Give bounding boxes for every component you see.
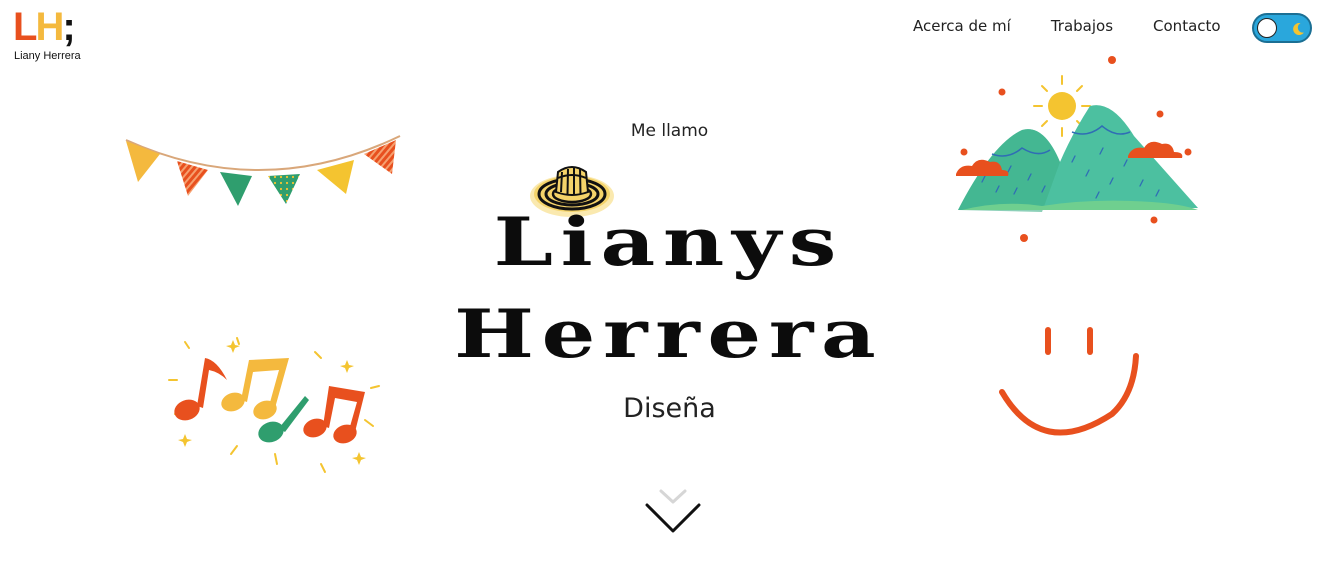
hero-first-name: Lianys <box>493 203 845 281</box>
logo-name: Liany Herrera <box>14 50 81 62</box>
nav-link-contact[interactable]: Contacto <box>1133 16 1241 36</box>
role-text: Diseña <box>623 393 716 424</box>
toggle-knob <box>1257 18 1277 38</box>
chevron-down-icon[interactable] <box>643 487 703 539</box>
logo-semicolon: ; <box>62 5 75 49</box>
logo-mark: LH; <box>13 5 76 49</box>
theme-toggle[interactable] <box>1252 13 1312 43</box>
logo-letter-h: H <box>35 5 64 49</box>
moon-icon <box>1293 23 1304 36</box>
main-nav: Acerca de mí Trabajos Contacto <box>893 16 1241 36</box>
hero-name: Lianys Herrera <box>0 196 1339 380</box>
nav-link-works[interactable]: Trabajos <box>1031 16 1133 36</box>
greeting-text: Me llamo <box>630 121 709 141</box>
page: LH; Liany Herrera Acerca de mí Trabajos … <box>0 0 1339 578</box>
logo[interactable]: LH; Liany Herrera <box>13 6 93 66</box>
nav-link-about[interactable]: Acerca de mí <box>893 16 1031 36</box>
hero-last-name: Herrera <box>454 295 884 373</box>
logo-letter-l: L <box>13 5 37 49</box>
